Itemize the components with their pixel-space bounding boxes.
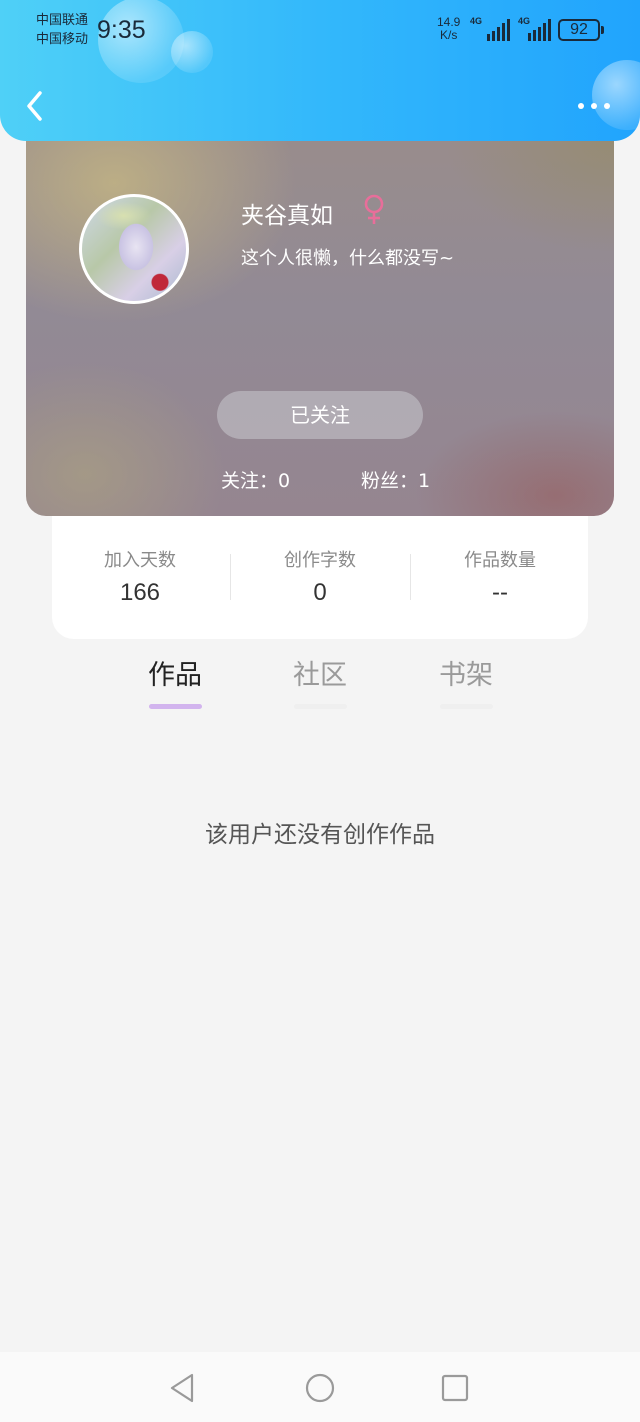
user-bio: 这个人很懒，什么都没写~ <box>241 248 455 269</box>
tab-community[interactable]: 社区 <box>280 656 360 709</box>
stat-word-count: 创作字数 0 <box>240 548 400 610</box>
signal-icon: 4G <box>518 16 552 41</box>
avatar[interactable] <box>79 194 189 304</box>
stat-value: 0 <box>313 579 327 606</box>
follow-button[interactable]: 已关注 <box>217 391 423 439</box>
triangle-back-icon[interactable] <box>167 1372 199 1404</box>
header-bar: 中国联通 中国移动 9:35 14.9 K/s 4G 4G 92 <box>0 0 640 141</box>
more-button[interactable] <box>574 96 614 116</box>
carrier-info: 中国联通 中国移动 <box>36 11 88 49</box>
signal-1-label: 4G <box>470 16 483 26</box>
profile-card: 夹谷真如 这个人很懒，什么都没写~ 已关注 关注：0 粉丝：1 <box>26 100 614 516</box>
tab-label: 书架 <box>439 660 493 691</box>
signal-2-label: 4G <box>518 16 531 26</box>
system-nav-bar <box>0 1352 640 1422</box>
stat-label: 创作字数 <box>284 550 356 571</box>
divider <box>230 554 231 600</box>
stat-join-days: 加入天数 166 <box>60 548 220 610</box>
empty-state-message: 该用户还没有创作作品 <box>205 822 435 848</box>
stats-card: 加入天数 166 创作字数 0 作品数量 -- <box>52 516 588 639</box>
square-recents-icon[interactable] <box>439 1372 471 1404</box>
carrier-1: 中国联通 <box>36 13 89 28</box>
divider <box>410 554 411 600</box>
battery-icon: 92 <box>558 19 604 41</box>
decorative-bubble <box>592 60 640 130</box>
tab-indicator <box>294 704 347 709</box>
stat-label: 作品数量 <box>464 550 536 571</box>
network-speed: 14.9 K/s <box>437 16 460 42</box>
decorative-bubble <box>171 31 213 73</box>
fans-count[interactable]: 粉丝：1 <box>361 466 430 493</box>
following-count[interactable]: 关注：0 <box>221 466 290 493</box>
female-icon <box>364 194 384 224</box>
net-speed-unit: K/s <box>440 28 458 42</box>
stat-works-count: 作品数量 -- <box>420 548 580 610</box>
stat-label: 加入天数 <box>104 550 176 571</box>
more-dots-icon <box>578 103 584 109</box>
tab-label: 作品 <box>148 660 202 691</box>
tab-indicator <box>149 704 202 709</box>
signal-icon: 4G <box>470 16 510 41</box>
tab-bookshelf[interactable]: 书架 <box>426 656 506 709</box>
tab-label: 社区 <box>293 660 347 691</box>
username: 夹谷真如 <box>241 203 333 229</box>
chevron-left-icon <box>27 91 42 121</box>
stat-value: -- <box>492 579 508 606</box>
back-button[interactable] <box>22 88 52 124</box>
tab-works[interactable]: 作品 <box>135 656 215 709</box>
circle-home-icon[interactable] <box>304 1372 336 1404</box>
stat-value: 166 <box>119 579 161 606</box>
tab-indicator <box>440 704 493 709</box>
carrier-2: 中国移动 <box>36 32 89 47</box>
status-time: 9:35 <box>97 16 146 44</box>
